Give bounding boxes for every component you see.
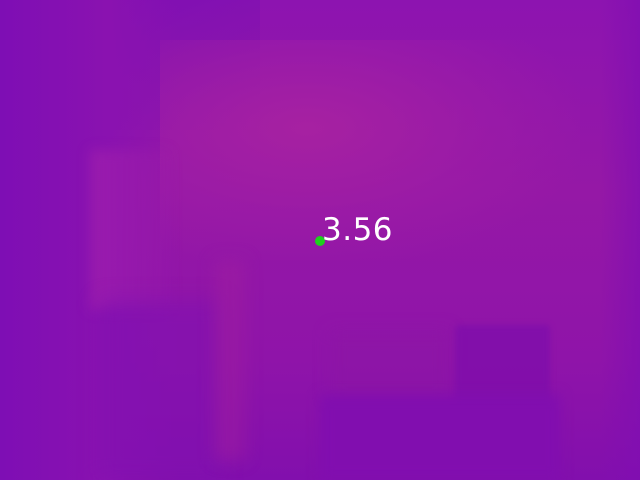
floor-left-region bbox=[100, 300, 220, 480]
vertical-stripe-region bbox=[215, 260, 245, 460]
mid-object-region bbox=[330, 330, 450, 400]
depth-value-label: 3.56 bbox=[322, 212, 394, 248]
right-edge-region bbox=[600, 0, 640, 480]
side-panel-region bbox=[90, 150, 170, 310]
floor-object-region bbox=[320, 395, 560, 480]
right-object-region bbox=[455, 325, 550, 405]
